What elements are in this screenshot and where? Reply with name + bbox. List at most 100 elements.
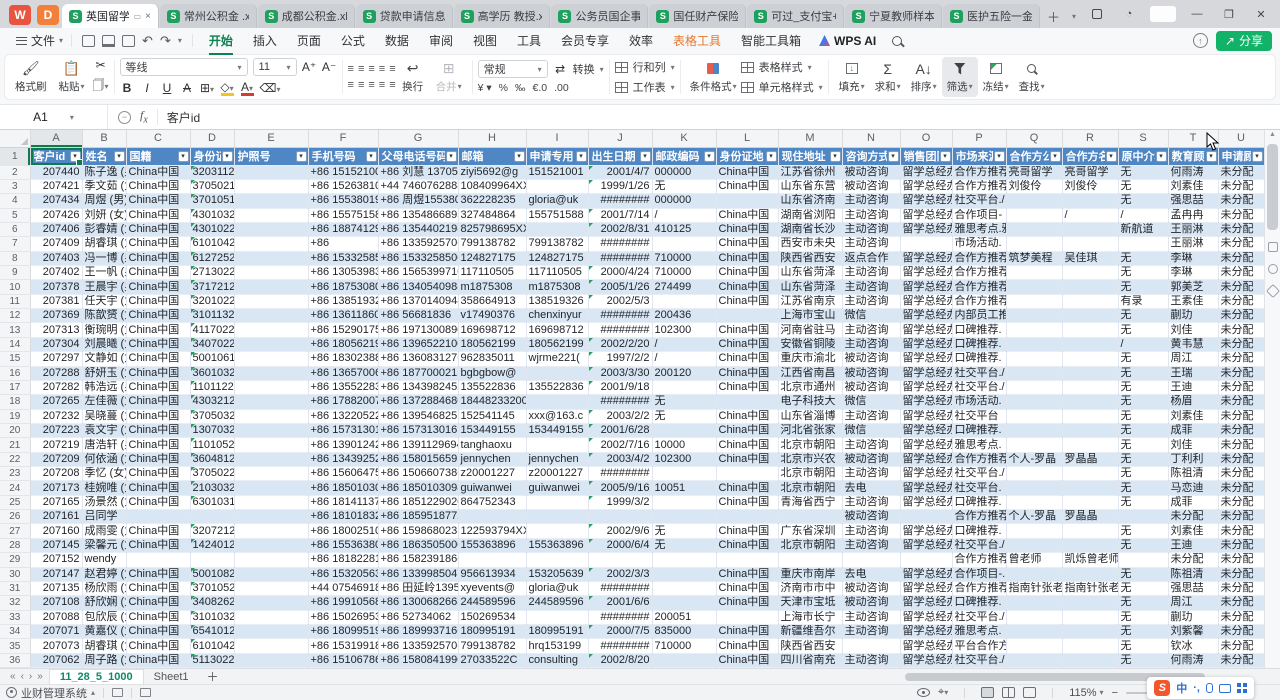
cell[interactable]: 未分配 — [1168, 553, 1218, 567]
filter-dropdown-icon[interactable]: ▾ — [1050, 151, 1061, 162]
cell[interactable]: 无 — [1118, 380, 1168, 394]
cell[interactable]: +86 1335925706 — [378, 237, 458, 251]
cell[interactable] — [1062, 639, 1118, 653]
cell[interactable] — [1006, 481, 1062, 495]
cell[interactable]: 2001/6/6 — [588, 596, 652, 610]
cell[interactable]: 成菲 — [1168, 423, 1218, 437]
column-header[interactable]: F — [308, 130, 378, 147]
cell[interactable]: 留学总经办 — [900, 380, 952, 394]
cell[interactable]: China中国 — [126, 380, 190, 394]
cell[interactable]: 207165 — [30, 495, 82, 509]
cell[interactable]: China中国 — [716, 337, 778, 351]
cell[interactable]: 社交平台./ — [952, 538, 1006, 552]
cell[interactable]: 27033522C — [458, 653, 526, 667]
row-number[interactable]: 1 — [0, 147, 30, 165]
cell[interactable]: China中国 — [126, 294, 190, 308]
cell[interactable]: 无 — [1118, 610, 1168, 624]
cell[interactable]: 刘妍 (女) — [82, 208, 126, 222]
cell[interactable]: 留学总经办 — [900, 596, 952, 610]
cell[interactable]: China中国 — [716, 237, 778, 251]
cell[interactable]: China中国 — [126, 467, 190, 481]
row-number[interactable]: 34 — [0, 625, 30, 639]
menu-tab[interactable]: 表格工具 — [663, 29, 731, 52]
cell[interactable]: 留学总经办 — [900, 538, 952, 552]
cell[interactable]: 未分配 — [1218, 553, 1264, 567]
zoom-formula-icon[interactable]: − — [118, 111, 131, 124]
cell[interactable]: 未分配 — [1168, 510, 1218, 524]
cell[interactable]: 被动咨询 — [842, 380, 900, 394]
row-number[interactable]: 9 — [0, 266, 30, 280]
cell[interactable]: 207409 — [30, 237, 82, 251]
cell[interactable]: +86 18874129 — [308, 222, 378, 236]
cell[interactable]: 被动咨询 — [842, 452, 900, 466]
cell[interactable]: 济南市市中 — [778, 581, 842, 595]
cell[interactable]: China中国 — [716, 625, 778, 639]
cell[interactable]: 180995191 — [458, 625, 526, 639]
cell[interactable]: 平台合作方 — [952, 639, 1006, 653]
cell[interactable] — [1006, 524, 1062, 538]
column-header[interactable]: M — [778, 130, 842, 147]
cell[interactable] — [900, 553, 952, 567]
cell[interactable]: +86 15263810 — [308, 179, 378, 193]
cell[interactable]: 207160 — [30, 524, 82, 538]
cell[interactable]: 内部员工推 — [952, 309, 1006, 323]
cell[interactable]: 207208 — [30, 467, 82, 481]
cell[interactable]: 留学总经办 — [900, 179, 952, 193]
filter-dropdown-icon[interactable]: ▾ — [178, 151, 189, 162]
cell[interactable]: 430321200211140121 — [190, 395, 234, 409]
cell[interactable]: 主动咨询 — [842, 625, 900, 639]
cell[interactable]: 凯烁曾老师 — [1062, 553, 1118, 567]
cell[interactable]: China中国 — [126, 639, 190, 653]
cell[interactable]: 无 — [1118, 366, 1168, 380]
cell[interactable] — [234, 323, 308, 337]
cell[interactable]: wjrme221( — [526, 352, 588, 366]
cell[interactable] — [234, 495, 308, 509]
row-number[interactable]: 29 — [0, 553, 30, 567]
cell[interactable]: China中国 — [716, 538, 778, 552]
cell[interactable]: 207071 — [30, 625, 82, 639]
cell[interactable]: 山东省菏泽 — [778, 266, 842, 280]
cell[interactable]: China中国 — [126, 266, 190, 280]
cell[interactable]: 黄嘉仪 (女 — [82, 625, 126, 639]
cell[interactable] — [1062, 323, 1118, 337]
cell[interactable]: 口碑推荐. — [952, 352, 1006, 366]
cell[interactable]: 未分配 — [1218, 524, 1264, 538]
cell[interactable]: 留学总经办 — [900, 208, 952, 222]
cell[interactable]: bgbgbow@ — [458, 366, 526, 380]
cell[interactable]: 未分配 — [1218, 237, 1264, 251]
file-tab[interactable]: S高学历 教授.xlsx — [454, 4, 551, 28]
cell[interactable]: 610104200212213421 — [190, 237, 234, 251]
cell[interactable]: China中国 — [126, 625, 190, 639]
paste-button[interactable]: 📋 粘贴▾ — [54, 60, 90, 95]
cell[interactable] — [526, 610, 588, 624]
cell[interactable]: China中国 — [126, 438, 190, 452]
cell[interactable]: 2002/7/16 — [588, 438, 652, 452]
cell[interactable]: +86 1899937166 — [378, 625, 458, 639]
undo-icon[interactable]: ↶ — [142, 34, 153, 47]
cell[interactable] — [1006, 538, 1062, 552]
cell[interactable] — [234, 366, 308, 380]
cell[interactable]: 主动咨询 — [842, 294, 900, 308]
cell[interactable]: 彭睿婧 (女 — [82, 222, 126, 236]
cell[interactable]: 合作方推荐 — [952, 553, 1006, 567]
cell[interactable]: China中国 — [126, 653, 190, 667]
cell[interactable]: China中国 — [126, 309, 190, 323]
filter-dropdown-icon[interactable]: ▾ — [296, 151, 307, 162]
cell[interactable] — [1006, 467, 1062, 481]
cell[interactable] — [234, 194, 308, 208]
cell[interactable]: 000000 — [652, 194, 716, 208]
cell[interactable]: +86 18141137 — [308, 495, 378, 509]
cell[interactable]: China中国 — [126, 610, 190, 624]
cell[interactable]: 102300 — [652, 452, 716, 466]
cell[interactable]: +86 18056219 — [308, 337, 378, 351]
row-number[interactable]: 3 — [0, 179, 30, 193]
cell[interactable]: 799138782 — [458, 237, 526, 251]
cell[interactable]: 蒯玏 — [1168, 610, 1218, 624]
cell[interactable]: China中国 — [716, 639, 778, 653]
cell[interactable]: 18448233200000@qq — [458, 395, 526, 409]
cell[interactable]: 刘佳 — [1168, 438, 1218, 452]
cell[interactable]: ######## — [588, 395, 652, 409]
cell[interactable]: 2001/4/7 — [588, 165, 652, 179]
cell[interactable]: +86 1533258500 — [378, 251, 458, 265]
select-all-corner[interactable] — [0, 130, 30, 147]
